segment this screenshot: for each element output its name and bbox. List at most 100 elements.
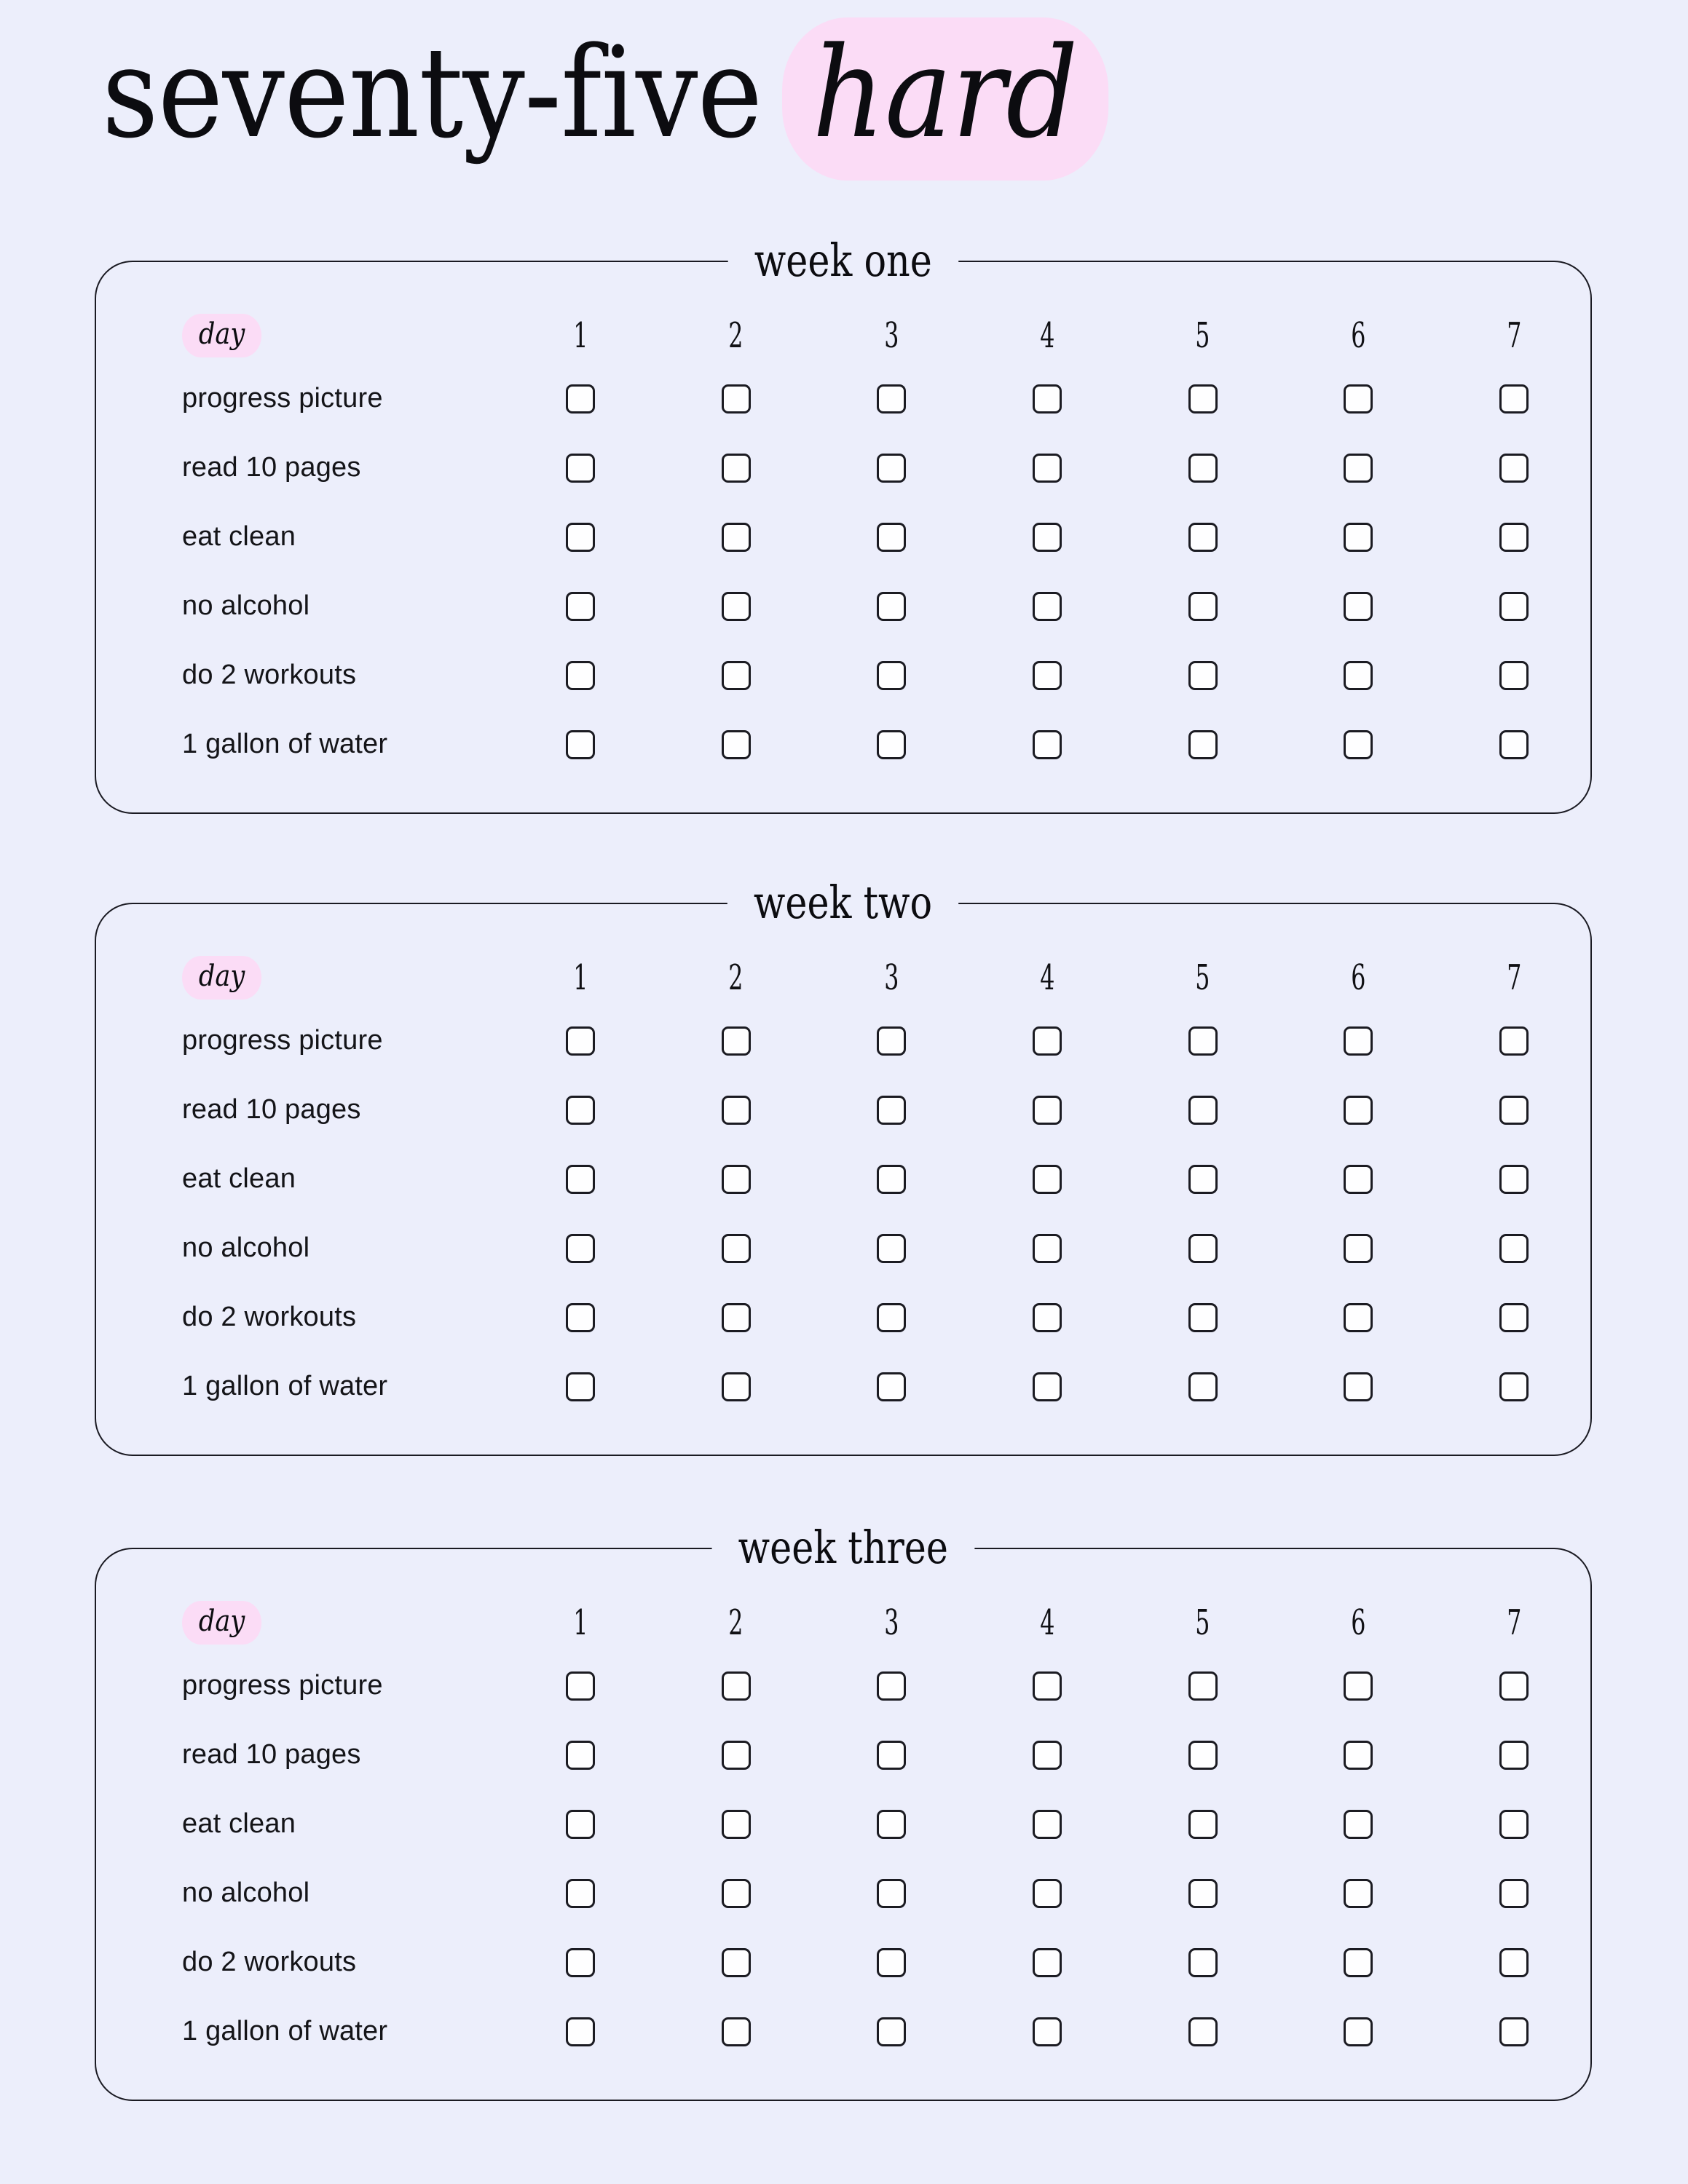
checkbox-cell[interactable] <box>1281 522 1437 552</box>
habit-checkbox[interactable] <box>1499 384 1529 414</box>
habit-checkbox[interactable] <box>565 1671 595 1701</box>
checkbox-cell[interactable] <box>813 1947 969 1977</box>
habit-checkbox[interactable] <box>721 1026 751 1056</box>
checkbox-cell[interactable] <box>969 591 1125 621</box>
habit-checkbox[interactable] <box>1033 1740 1062 1770</box>
habit-checkbox[interactable] <box>877 1302 907 1332</box>
checkbox-cell[interactable] <box>1436 1164 1592 1194</box>
habit-checkbox[interactable] <box>721 2017 751 2046</box>
checkbox-cell[interactable] <box>658 522 814 552</box>
checkbox-cell[interactable] <box>969 1164 1125 1194</box>
checkbox-cell[interactable] <box>813 729 969 759</box>
habit-checkbox[interactable] <box>877 1372 907 1401</box>
checkbox-cell[interactable] <box>813 660 969 690</box>
habit-checkbox[interactable] <box>1344 384 1373 414</box>
checkbox-cell[interactable] <box>1125 1947 1281 1977</box>
checkbox-cell[interactable] <box>969 1095 1125 1125</box>
habit-checkbox[interactable] <box>877 1740 907 1770</box>
habit-checkbox[interactable] <box>1033 1947 1062 1977</box>
habit-checkbox[interactable] <box>721 1372 751 1401</box>
checkbox-cell[interactable] <box>1281 729 1437 759</box>
checkbox-cell[interactable] <box>502 729 658 759</box>
habit-checkbox[interactable] <box>1344 2017 1373 2046</box>
habit-checkbox[interactable] <box>1188 1740 1218 1770</box>
habit-checkbox[interactable] <box>1344 1095 1373 1125</box>
checkbox-cell[interactable] <box>1125 1878 1281 1908</box>
checkbox-cell[interactable] <box>1281 660 1437 690</box>
checkbox-cell[interactable] <box>1281 384 1437 414</box>
checkbox-cell[interactable] <box>813 453 969 483</box>
habit-checkbox[interactable] <box>1499 1095 1529 1125</box>
checkbox-cell[interactable] <box>1125 1740 1281 1770</box>
checkbox-cell[interactable] <box>969 660 1125 690</box>
habit-checkbox[interactable] <box>877 660 907 690</box>
habit-checkbox[interactable] <box>1499 1671 1529 1701</box>
checkbox-cell[interactable] <box>658 384 814 414</box>
habit-checkbox[interactable] <box>877 729 907 759</box>
habit-checkbox[interactable] <box>721 1878 751 1908</box>
habit-checkbox[interactable] <box>565 1740 595 1770</box>
checkbox-cell[interactable] <box>969 384 1125 414</box>
habit-checkbox[interactable] <box>1188 1878 1218 1908</box>
checkbox-cell[interactable] <box>1125 384 1281 414</box>
habit-checkbox[interactable] <box>877 1026 907 1056</box>
checkbox-cell[interactable] <box>1281 1947 1437 1977</box>
habit-checkbox[interactable] <box>877 522 907 552</box>
checkbox-cell[interactable] <box>502 1671 658 1701</box>
checkbox-cell[interactable] <box>1281 1740 1437 1770</box>
checkbox-cell[interactable] <box>813 1878 969 1908</box>
checkbox-cell[interactable] <box>813 1026 969 1056</box>
checkbox-cell[interactable] <box>1436 1372 1592 1401</box>
habit-checkbox[interactable] <box>877 591 907 621</box>
habit-checkbox[interactable] <box>1033 1302 1062 1332</box>
checkbox-cell[interactable] <box>1281 1095 1437 1125</box>
checkbox-cell[interactable] <box>1125 1095 1281 1125</box>
habit-checkbox[interactable] <box>1188 1671 1218 1701</box>
checkbox-cell[interactable] <box>658 1878 814 1908</box>
checkbox-cell[interactable] <box>1125 591 1281 621</box>
habit-checkbox[interactable] <box>565 660 595 690</box>
habit-checkbox[interactable] <box>1344 729 1373 759</box>
habit-checkbox[interactable] <box>1344 591 1373 621</box>
habit-checkbox[interactable] <box>1188 1164 1218 1194</box>
habit-checkbox[interactable] <box>565 591 595 621</box>
checkbox-cell[interactable] <box>1125 1026 1281 1056</box>
habit-checkbox[interactable] <box>721 384 751 414</box>
checkbox-cell[interactable] <box>658 1947 814 1977</box>
checkbox-cell[interactable] <box>658 1740 814 1770</box>
habit-checkbox[interactable] <box>1499 1809 1529 1839</box>
checkbox-cell[interactable] <box>813 1740 969 1770</box>
habit-checkbox[interactable] <box>1188 522 1218 552</box>
checkbox-cell[interactable] <box>813 384 969 414</box>
habit-checkbox[interactable] <box>721 453 751 483</box>
habit-checkbox[interactable] <box>721 1740 751 1770</box>
checkbox-cell[interactable] <box>1125 729 1281 759</box>
checkbox-cell[interactable] <box>1281 1302 1437 1332</box>
habit-checkbox[interactable] <box>1033 1671 1062 1701</box>
checkbox-cell[interactable] <box>969 2017 1125 2046</box>
habit-checkbox[interactable] <box>721 1671 751 1701</box>
checkbox-cell[interactable] <box>1436 1740 1592 1770</box>
habit-checkbox[interactable] <box>1033 1095 1062 1125</box>
checkbox-cell[interactable] <box>1125 1302 1281 1332</box>
habit-checkbox[interactable] <box>721 1095 751 1125</box>
habit-checkbox[interactable] <box>565 1302 595 1332</box>
checkbox-cell[interactable] <box>1125 453 1281 483</box>
checkbox-cell[interactable] <box>502 1372 658 1401</box>
checkbox-cell[interactable] <box>813 2017 969 2046</box>
habit-checkbox[interactable] <box>565 1372 595 1401</box>
habit-checkbox[interactable] <box>1188 1233 1218 1263</box>
habit-checkbox[interactable] <box>1499 1164 1529 1194</box>
checkbox-cell[interactable] <box>813 591 969 621</box>
checkbox-cell[interactable] <box>813 1671 969 1701</box>
habit-checkbox[interactable] <box>1499 1372 1529 1401</box>
habit-checkbox[interactable] <box>1033 2017 1062 2046</box>
checkbox-cell[interactable] <box>1436 1947 1592 1977</box>
habit-checkbox[interactable] <box>1344 522 1373 552</box>
checkbox-cell[interactable] <box>813 522 969 552</box>
checkbox-cell[interactable] <box>813 1164 969 1194</box>
checkbox-cell[interactable] <box>658 2017 814 2046</box>
habit-checkbox[interactable] <box>565 1233 595 1263</box>
habit-checkbox[interactable] <box>1033 591 1062 621</box>
checkbox-cell[interactable] <box>1281 591 1437 621</box>
